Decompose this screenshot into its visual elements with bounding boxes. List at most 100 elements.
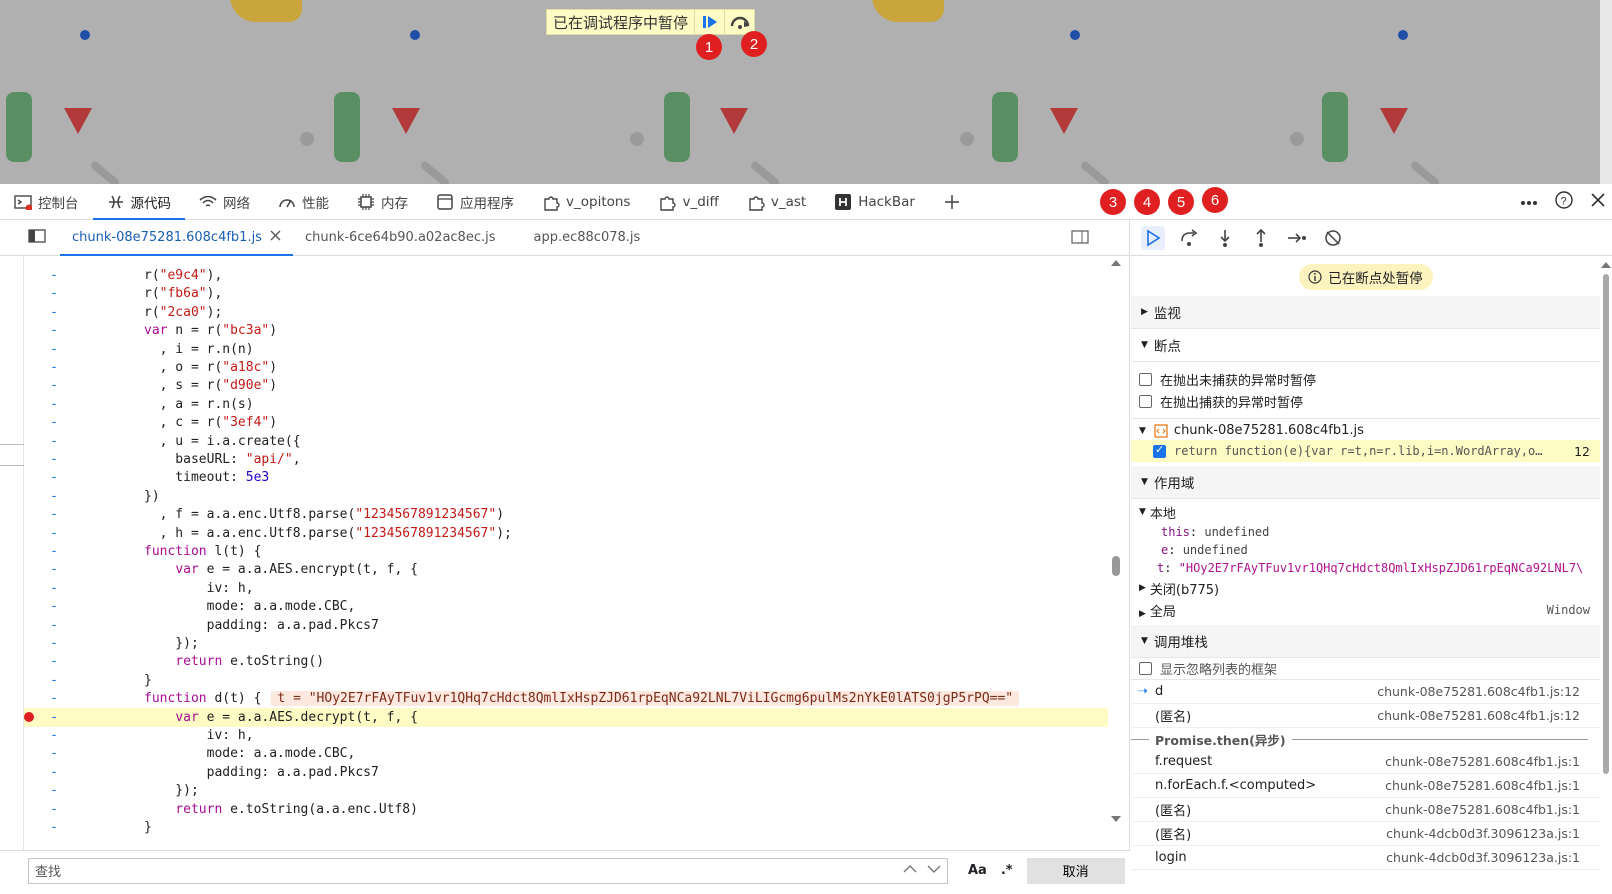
tab-memory[interactable]: 内存 bbox=[343, 184, 422, 220]
code-line[interactable]: - iv: h, bbox=[24, 579, 1108, 598]
section-breakpoints[interactable]: ▼ 断点 bbox=[1131, 329, 1600, 362]
find-next-button[interactable] bbox=[927, 863, 941, 878]
code-line[interactable]: - , i = r.n(n) bbox=[24, 340, 1108, 359]
line-gutter[interactable]: - bbox=[24, 507, 84, 522]
regex-button[interactable]: .* bbox=[1001, 863, 1013, 878]
code-line[interactable]: - return e.toString() bbox=[24, 652, 1108, 671]
code-line[interactable]: - timeout: 5e3 bbox=[24, 468, 1108, 487]
code-line[interactable]: - var n = r("bc3a") bbox=[24, 321, 1108, 340]
tab-v-ast[interactable]: v_ast bbox=[733, 184, 820, 220]
call-frame-row[interactable]: (匿名) chunk-08e75281.608c4fb1.js:1 bbox=[1131, 798, 1600, 822]
code-line[interactable]: - , f = a.a.enc.Utf8.parse("123456789123… bbox=[24, 505, 1108, 524]
pause-uncaught-checkbox[interactable] bbox=[1139, 372, 1152, 386]
line-gutter[interactable]: - bbox=[24, 489, 84, 504]
deactivate-breakpoints-button[interactable] bbox=[1321, 226, 1345, 250]
toggle-debugger-sidebar-button[interactable] bbox=[1071, 230, 1089, 248]
more-options-button[interactable] bbox=[1520, 195, 1538, 210]
line-gutter[interactable]: - bbox=[24, 378, 84, 393]
line-gutter[interactable]: - bbox=[24, 397, 84, 412]
line-gutter[interactable]: - bbox=[24, 323, 84, 338]
scope-var-this[interactable]: this: undefined bbox=[1131, 523, 1600, 541]
line-gutter[interactable]: - bbox=[24, 415, 84, 430]
code-line[interactable]: -}) bbox=[24, 487, 1108, 506]
line-gutter[interactable]: - bbox=[24, 783, 84, 798]
code-line[interactable]: - }); bbox=[24, 781, 1108, 800]
line-gutter[interactable]: - bbox=[24, 618, 84, 633]
code-line[interactable]: - var e = a.a.AES.encrypt(t, f, { bbox=[24, 560, 1108, 579]
step-into-button[interactable] bbox=[1213, 226, 1237, 250]
code-line[interactable]: - return e.toString(a.a.enc.Utf8) bbox=[24, 800, 1108, 819]
cancel-find-button[interactable]: 取消 bbox=[1026, 857, 1125, 884]
find-previous-button[interactable] bbox=[903, 863, 917, 878]
code-line[interactable]: - , h = a.a.enc.Utf8.parse("123456789123… bbox=[24, 524, 1108, 543]
code-scrollbar[interactable] bbox=[1110, 256, 1122, 850]
code-line[interactable]: - , a = r.n(s) bbox=[24, 395, 1108, 414]
section-call-stack[interactable]: ▼ 调用堆栈 bbox=[1131, 625, 1600, 658]
code-line[interactable]: - , c = r("3ef4") bbox=[24, 413, 1108, 432]
file-tab-chunk-08e75281[interactable]: chunk-08e75281.608c4fb1.js bbox=[60, 220, 293, 256]
line-gutter[interactable]: - bbox=[24, 599, 84, 614]
add-tab-button[interactable] bbox=[929, 184, 975, 220]
help-button[interactable]: ? bbox=[1554, 190, 1574, 214]
scope-local[interactable]: ▼ 本地 bbox=[1131, 501, 1600, 523]
close-file-tab-button[interactable] bbox=[270, 230, 281, 245]
line-gutter[interactable]: - bbox=[24, 470, 84, 485]
tab-application[interactable]: 应用程序 bbox=[422, 184, 528, 220]
line-gutter[interactable]: - bbox=[24, 673, 84, 688]
line-gutter[interactable]: - bbox=[24, 746, 84, 761]
line-gutter[interactable]: - bbox=[24, 691, 84, 706]
code-line[interactable]: - baseURL: "api/", bbox=[24, 450, 1108, 469]
section-watch[interactable]: ▶ 监视 bbox=[1131, 296, 1600, 329]
tab-console[interactable]: 控制台 bbox=[0, 184, 93, 220]
code-line[interactable]: - function l(t) { bbox=[24, 542, 1108, 561]
line-gutter[interactable]: - bbox=[24, 802, 84, 817]
call-frame-row[interactable]: f.request chunk-08e75281.608c4fb1.js:1 bbox=[1131, 750, 1600, 774]
line-gutter[interactable]: - bbox=[24, 434, 84, 449]
code-line[interactable]: - r("fb6a"), bbox=[24, 284, 1108, 303]
code-line[interactable]: - function d(t) {t = "HOy2E7rFAyTFuv1vr1Q… bbox=[24, 689, 1108, 708]
find-input[interactable]: 查找 bbox=[28, 857, 948, 884]
tab-sources[interactable]: 源代码 bbox=[92, 184, 186, 220]
line-gutter[interactable]: - bbox=[24, 286, 84, 301]
code-line[interactable]: - , s = r("d90e") bbox=[24, 376, 1108, 395]
match-case-button[interactable]: Aa bbox=[968, 863, 987, 878]
call-frame-row[interactable]: n.forEach.f.<computed> chunk-08e75281.608… bbox=[1131, 774, 1600, 798]
breakpoint-entry[interactable]: return function(e){var r=t,n=r.lib,i=n.W… bbox=[1131, 440, 1600, 462]
line-gutter[interactable]: - bbox=[24, 654, 84, 669]
toggle-navigator-button[interactable] bbox=[28, 228, 46, 247]
scope-var-t[interactable]: t: "HOy2E7rFAyTFuv1vr1QHq7cHdct8QmlIxHsp… bbox=[1131, 559, 1600, 577]
step-over-button[interactable] bbox=[1177, 226, 1201, 250]
scope-var-e[interactable]: e: undefined bbox=[1131, 541, 1600, 559]
code-line[interactable]: -} bbox=[24, 818, 1108, 837]
line-gutter[interactable]: - bbox=[24, 526, 84, 541]
line-gutter[interactable]: - bbox=[24, 562, 84, 577]
tab-v-diff[interactable]: v_diff bbox=[644, 184, 732, 220]
call-frame-row[interactable]: (匿名) chunk-08e75281.608c4fb1.js:12 bbox=[1131, 704, 1600, 728]
code-line[interactable]: - mode: a.a.mode.CBC, bbox=[24, 597, 1108, 616]
close-devtools-button[interactable] bbox=[1590, 192, 1606, 212]
code-line[interactable]: - r("2ca0"); bbox=[24, 303, 1108, 322]
line-gutter[interactable]: - bbox=[24, 728, 84, 743]
line-gutter[interactable]: - bbox=[24, 581, 84, 596]
pause-caught-option[interactable]: 在抛出捕获的异常时暂停 bbox=[1131, 390, 1600, 412]
scope-global[interactable]: ▶ 全局 Window bbox=[1131, 599, 1600, 621]
code-line[interactable]: - r("e9c4"), bbox=[24, 266, 1108, 285]
call-frame-row[interactable]: (匿名) chunk-4dcb0d3f.3096123a.js:1 bbox=[1131, 822, 1600, 846]
tab-performance[interactable]: 性能 bbox=[264, 184, 343, 220]
line-gutter[interactable]: - bbox=[24, 544, 84, 559]
breakpoint-file-row[interactable]: ▼ chunk-08e75281.608c4fb1.js bbox=[1131, 418, 1600, 440]
step-out-button[interactable] bbox=[1249, 226, 1273, 250]
code-line[interactable]: - }); bbox=[24, 634, 1108, 653]
pause-caught-checkbox[interactable] bbox=[1139, 394, 1152, 408]
tab-v-opitons[interactable]: v_opitons bbox=[528, 184, 644, 220]
show-ignored-frames-checkbox[interactable] bbox=[1139, 662, 1152, 675]
overlay-step-over-button[interactable] bbox=[724, 10, 754, 34]
debugger-scrollbar[interactable] bbox=[1600, 256, 1612, 890]
code-line[interactable]: - mode: a.a.mode.CBC, bbox=[24, 744, 1108, 763]
code-editor[interactable]: - r("e9c4"), - r("fb6a"), - r("2ca0"); - var n … bbox=[0, 256, 1130, 850]
line-gutter[interactable]: - bbox=[24, 452, 84, 467]
code-line[interactable]: - , u = i.a.create({ bbox=[24, 432, 1108, 451]
code-line[interactable]: - padding: a.a.pad.Pkcs7 bbox=[24, 616, 1108, 635]
section-scope[interactable]: ▼ 作用域 bbox=[1131, 466, 1600, 499]
line-gutter[interactable]: - bbox=[24, 342, 84, 357]
